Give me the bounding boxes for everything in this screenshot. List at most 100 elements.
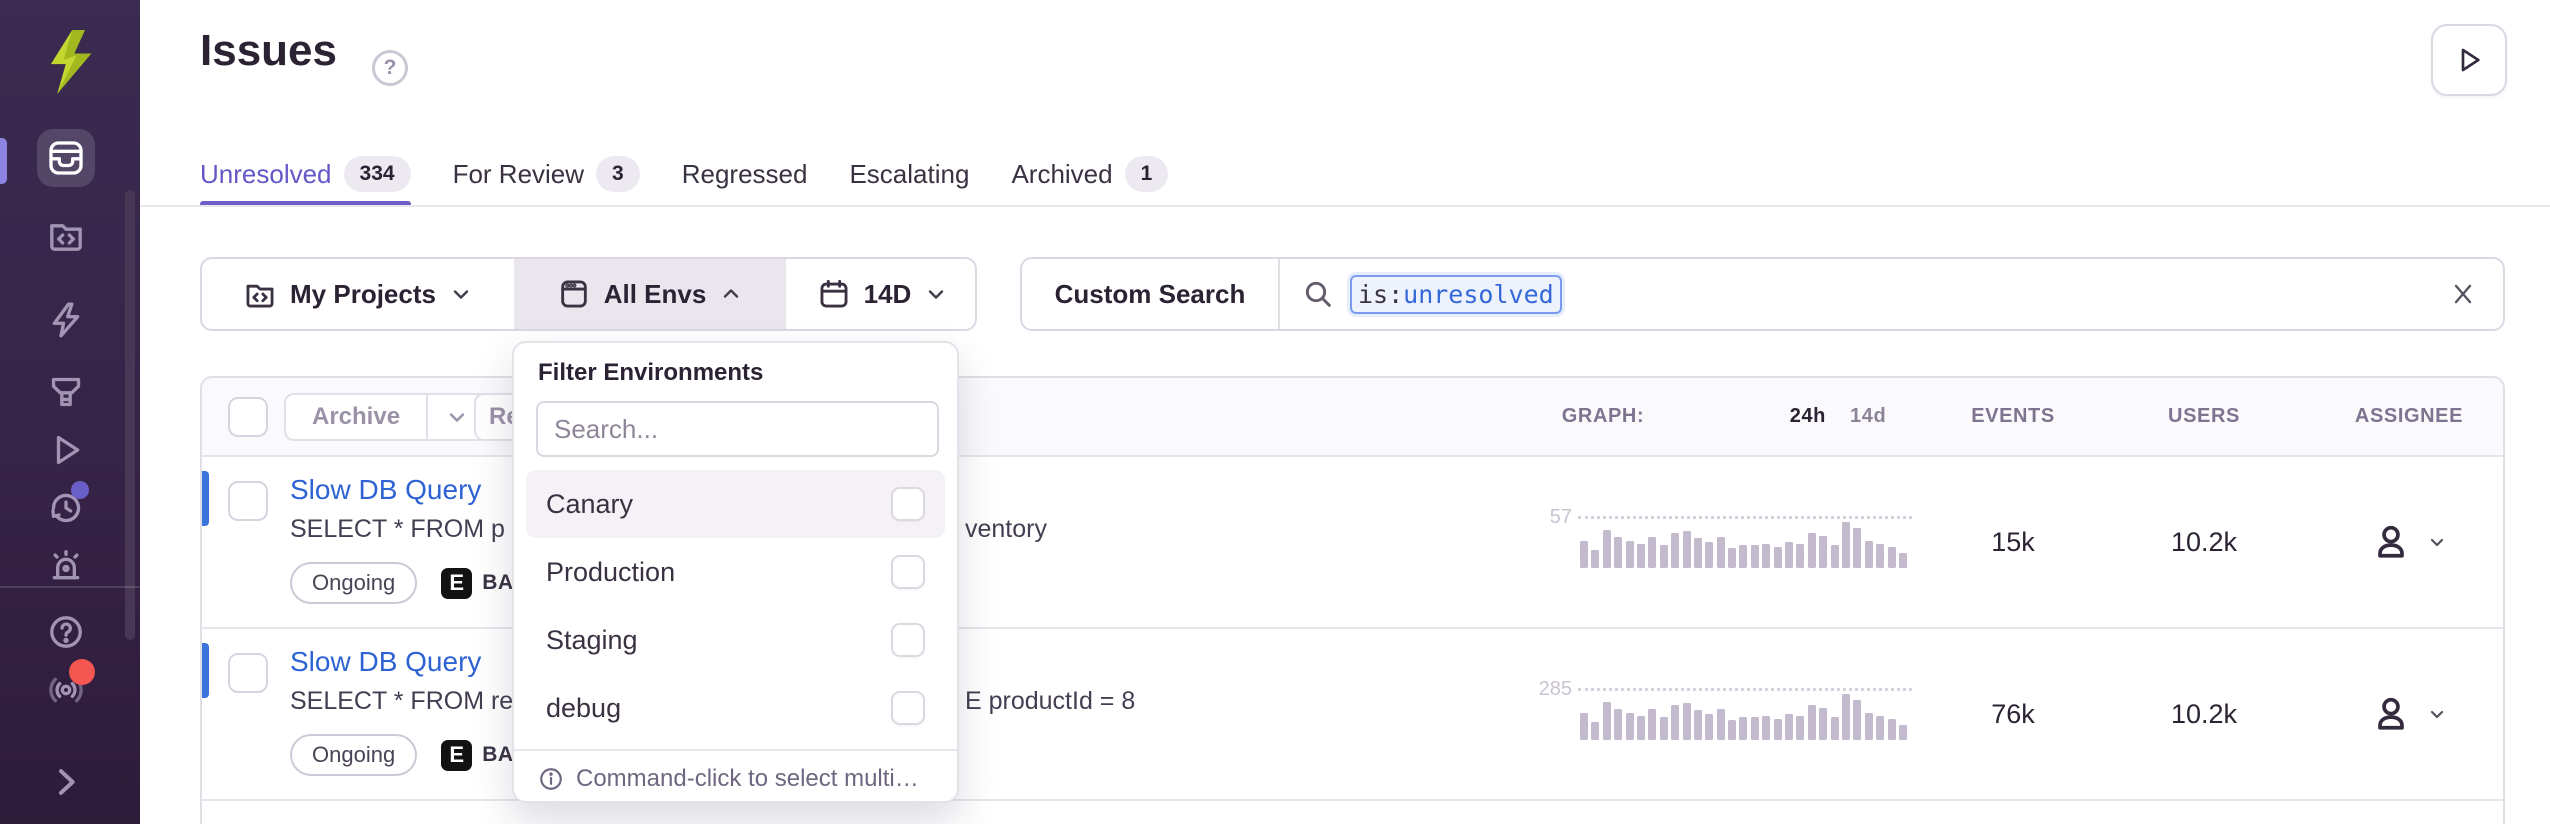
- env-option-staging[interactable]: Staging: [526, 606, 945, 674]
- environment-options: Canary Production Staging debug: [514, 470, 957, 742]
- footer-hint-text: Command-click to select multi…: [576, 765, 919, 793]
- custom-search-button[interactable]: Custom Search: [1022, 259, 1278, 329]
- date-range-filter-button[interactable]: 14D: [786, 259, 977, 329]
- tab-unresolved[interactable]: Unresolved 334: [200, 148, 411, 200]
- search-input[interactable]: is:unresolved: [1280, 259, 2503, 329]
- issue-row-partial: [202, 801, 2503, 824]
- status-badge: Ongoing: [290, 734, 417, 776]
- tab-label: Regressed: [682, 159, 808, 190]
- env-checkbox[interactable]: [891, 555, 925, 589]
- chevron-down-icon: [2425, 702, 2449, 726]
- env-option-production[interactable]: Production: [526, 538, 945, 606]
- sidebar-item-session-history[interactable]: [37, 479, 95, 537]
- events-graph-cell: 57: [1532, 457, 1922, 627]
- unread-indicator: [202, 471, 209, 526]
- users-count: 10.2k: [2104, 457, 2304, 627]
- chevron-right-icon: [46, 762, 86, 802]
- issues-tabs: Unresolved 334 For Review 3 Regressed Es…: [200, 148, 1168, 200]
- project-folder-icon: [243, 277, 277, 311]
- issue-message-end: E productId = 8: [965, 687, 1135, 716]
- clear-search-button[interactable]: [2449, 259, 2477, 329]
- range-14d-option[interactable]: 14d: [1850, 405, 1886, 428]
- chevron-down-icon: [924, 282, 948, 306]
- play-icon: [46, 430, 86, 470]
- tab-escalating[interactable]: Escalating: [849, 148, 969, 200]
- sidebar-item-performance[interactable]: [37, 291, 95, 349]
- sidebar-collapse-toggle[interactable]: [37, 753, 95, 811]
- chevron-down-icon: [2425, 530, 2449, 554]
- env-checkbox[interactable]: [891, 691, 925, 725]
- chevron-up-icon: [719, 282, 743, 306]
- events-graph-cell: 285: [1532, 629, 1922, 799]
- issue-message-start: SELECT * FROM re: [290, 687, 513, 715]
- sidebar-item-replays[interactable]: [37, 421, 95, 479]
- sidebar-item-help[interactable]: [37, 603, 95, 661]
- sidebar: [0, 0, 140, 824]
- archive-button[interactable]: Archive: [284, 393, 488, 441]
- environments-filter-button[interactable]: All Envs: [514, 259, 786, 329]
- env-option-label: Staging: [546, 625, 638, 656]
- select-all-checkbox[interactable]: [228, 397, 268, 437]
- graph-max-line: [1578, 688, 1912, 691]
- env-checkbox[interactable]: [891, 623, 925, 657]
- env-option-canary[interactable]: Canary: [526, 470, 945, 538]
- token-value: unresolved: [1403, 280, 1554, 309]
- tab-regressed[interactable]: Regressed: [682, 148, 808, 200]
- help-icon: [46, 612, 86, 652]
- tab-archived[interactable]: Archived 1: [1011, 148, 1168, 200]
- row-checkbox[interactable]: [228, 481, 268, 521]
- calendar-icon: [817, 277, 851, 311]
- projects-filter-button[interactable]: My Projects: [202, 259, 514, 329]
- help-icon[interactable]: ?: [372, 50, 408, 86]
- replay-tour-button[interactable]: [2431, 24, 2507, 96]
- environments-filter-label: All Envs: [604, 279, 707, 310]
- tab-count-badge: 1: [1125, 156, 1169, 192]
- funnel-icon: [46, 372, 86, 412]
- issue-message-start: SELECT * FROM p: [290, 515, 505, 543]
- platform-express-icon: E: [441, 740, 472, 771]
- env-checkbox[interactable]: [891, 487, 925, 521]
- tab-for-review[interactable]: For Review 3: [453, 148, 640, 200]
- platform-express-icon: E: [441, 568, 472, 599]
- notification-dot: [71, 481, 89, 499]
- row-checkbox[interactable]: [228, 653, 268, 693]
- tab-count-badge: 334: [344, 156, 411, 192]
- app-logo-icon[interactable]: [36, 26, 104, 98]
- env-option-label: debug: [546, 693, 621, 724]
- issue-message-end: ventory: [965, 515, 1047, 544]
- search-token[interactable]: is:unresolved: [1350, 275, 1562, 314]
- info-icon: [538, 766, 564, 792]
- close-icon: [2449, 280, 2477, 308]
- sidebar-item-projects[interactable]: [37, 206, 95, 264]
- column-header-users: USERS: [2104, 378, 2304, 455]
- sidebar-item-issues[interactable]: [37, 129, 95, 187]
- filter-bar: My Projects All Envs 14D: [200, 257, 977, 331]
- environment-search-input[interactable]: [536, 401, 939, 457]
- chevron-down-icon: [445, 405, 469, 429]
- graph-range-toggle: 24h 14d: [1758, 378, 1918, 455]
- env-option-label: Production: [546, 557, 675, 588]
- tab-label: Escalating: [849, 159, 969, 190]
- archive-button-label[interactable]: Archive: [284, 393, 426, 441]
- sidebar-scrollbar[interactable]: [125, 190, 135, 640]
- tab-count-badge: 3: [596, 156, 640, 192]
- token-key: is:: [1358, 280, 1403, 309]
- range-24h-option[interactable]: 24h: [1790, 405, 1826, 428]
- events-sparkline: [1580, 693, 1912, 740]
- play-icon: [2453, 44, 2485, 76]
- page-title: Issues: [200, 26, 337, 76]
- unread-indicator: [202, 643, 209, 698]
- env-option-label: Canary: [546, 489, 633, 520]
- assignee-selector[interactable]: [2309, 457, 2505, 627]
- lightning-icon: [46, 300, 86, 340]
- search-bar: Custom Search is:unresolved: [1020, 257, 2505, 331]
- assignee-selector[interactable]: [2309, 629, 2505, 799]
- graph-peak-label: 285: [1530, 678, 1572, 701]
- sidebar-item-releases[interactable]: [37, 363, 95, 421]
- graph-max-line: [1578, 516, 1912, 519]
- env-option-debug[interactable]: debug: [526, 674, 945, 742]
- dropdown-footer-hint: Command-click to select multi…: [514, 749, 957, 803]
- sidebar-item-whats-new[interactable]: [37, 661, 95, 719]
- issues-icon: [46, 138, 86, 178]
- tab-label: Unresolved: [200, 159, 332, 190]
